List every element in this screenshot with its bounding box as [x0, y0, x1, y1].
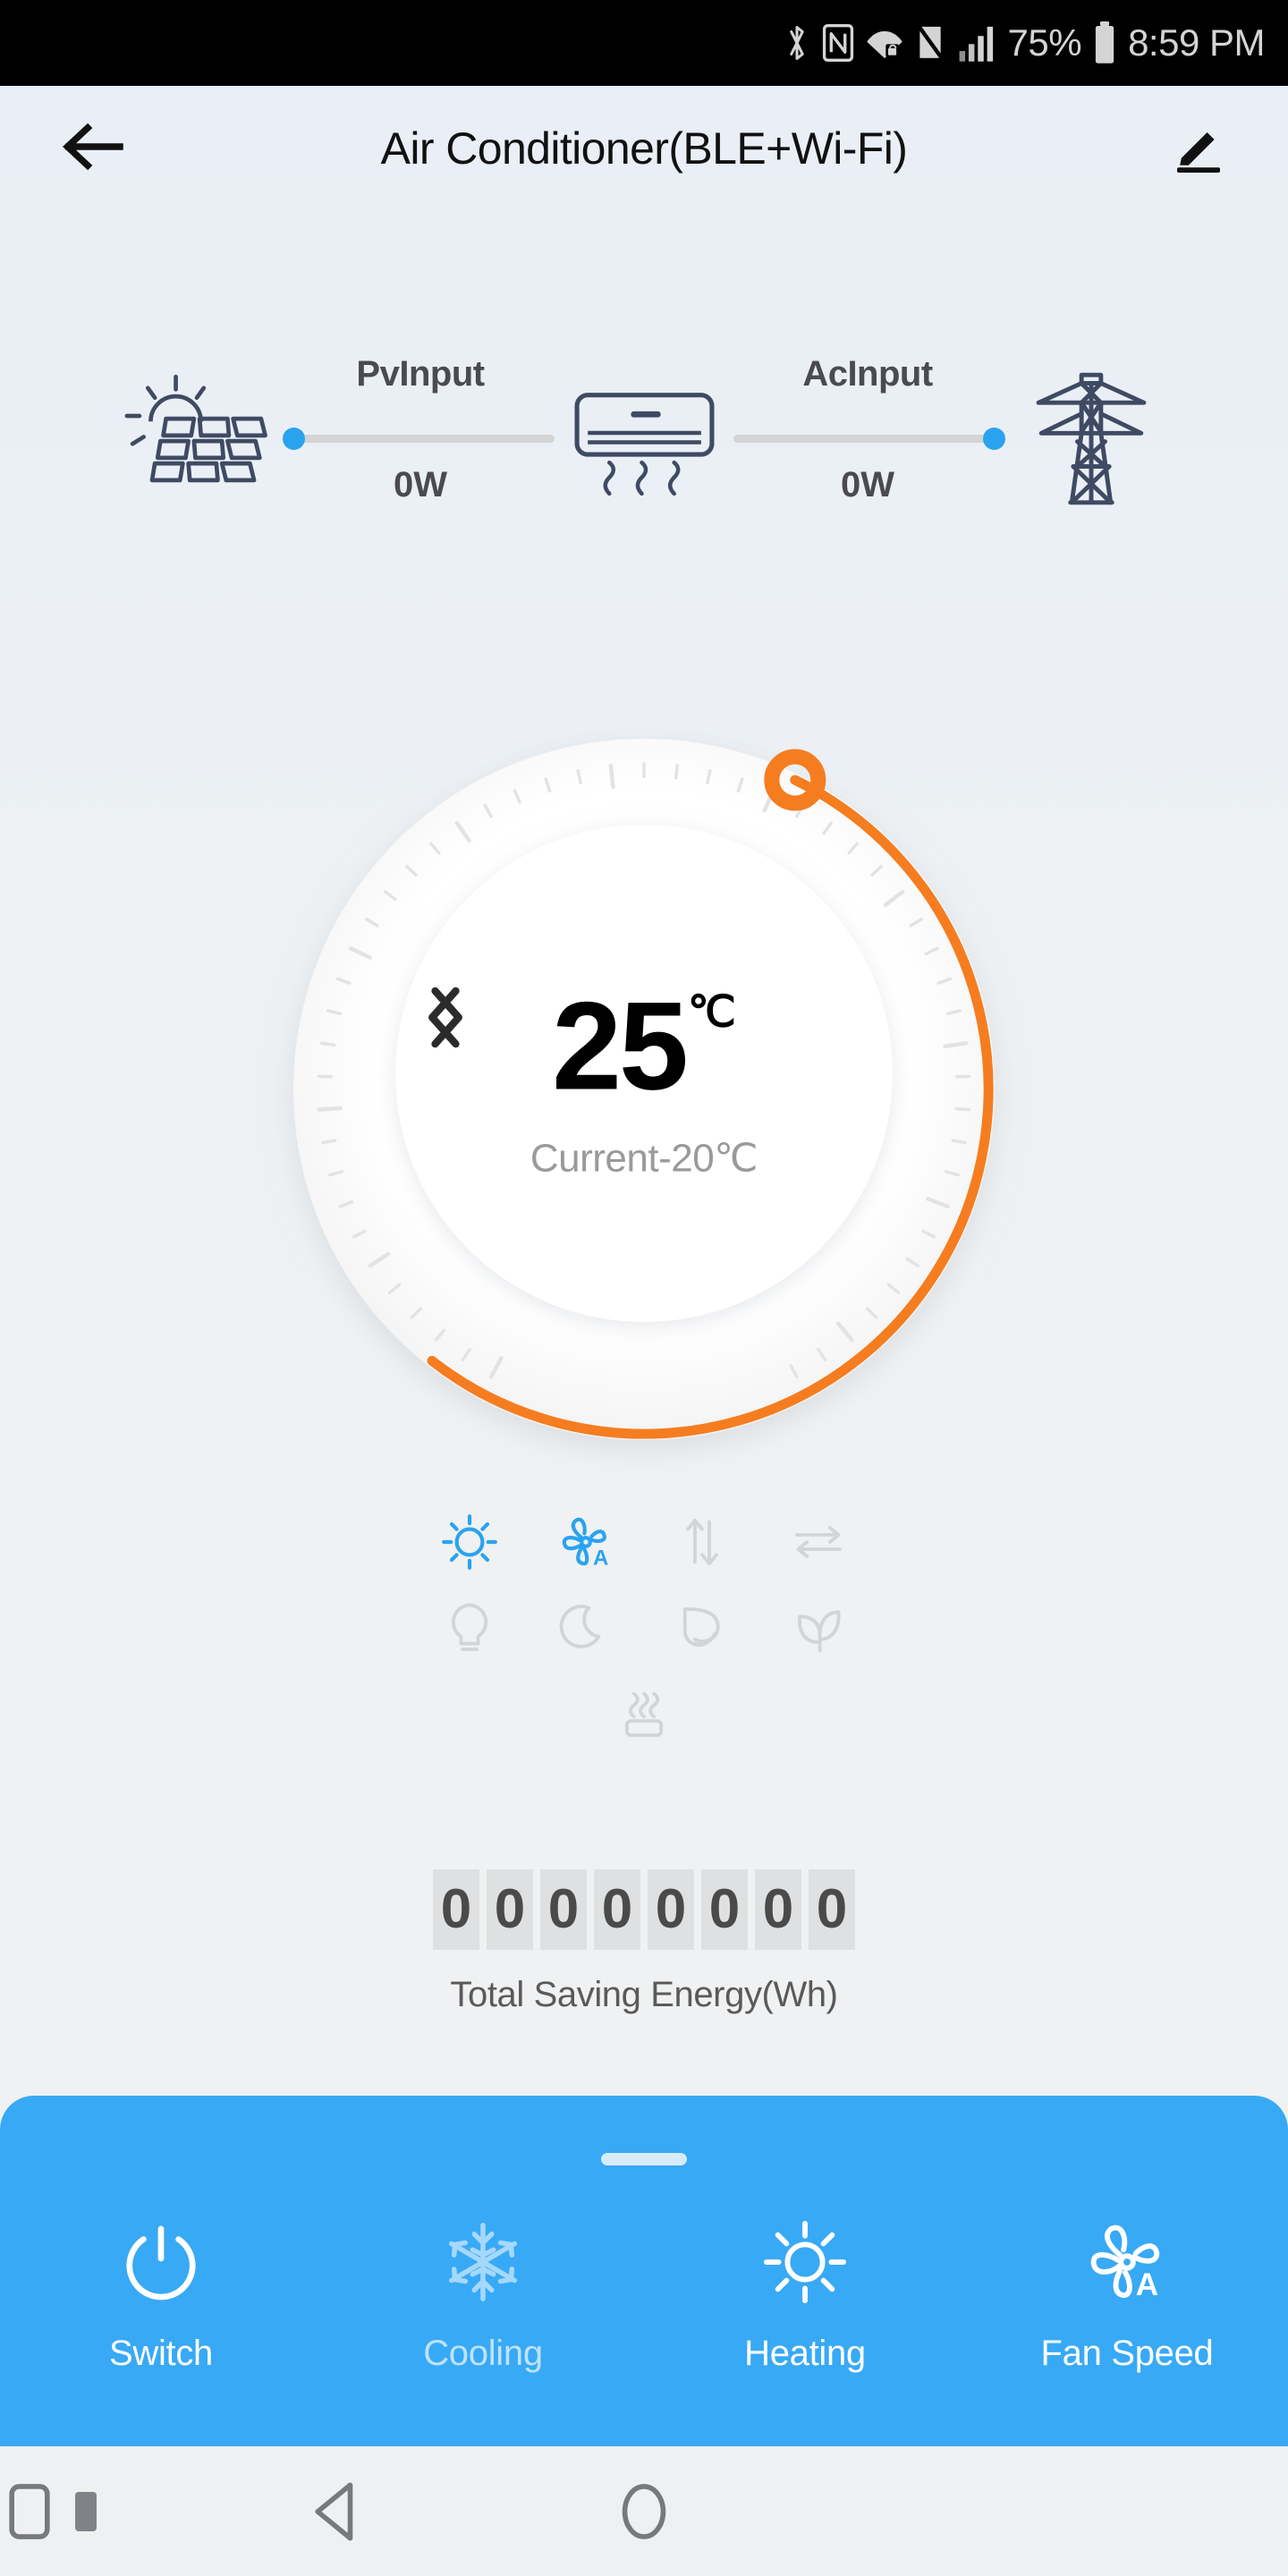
action-label-cooling: Cooling	[423, 2334, 543, 2373]
fan-auto-icon: A	[1085, 2212, 1169, 2312]
energy-digit: 0	[487, 1869, 533, 1950]
action-fan-speed[interactable]: A Fan Speed	[993, 2212, 1261, 2374]
nav-recents-icon[interactable]	[0, 2480, 59, 2543]
solar-panel-icon	[107, 371, 286, 505]
dial-center-readout: 25 ℃ Current-20℃	[420, 975, 868, 1182]
self-clean-icon[interactable]	[658, 1589, 746, 1667]
action-switch[interactable]: Switch	[27, 2212, 295, 2374]
energy-digit-display: 00000000	[433, 1869, 855, 1950]
flow-label-acinput: AcInput	[802, 354, 933, 394]
back-arrow-icon	[61, 120, 125, 178]
flow-link-pvinput: PvInput 0W	[283, 354, 555, 519]
light-bulb-icon[interactable]	[426, 1589, 513, 1667]
bluetooth-icon	[784, 22, 810, 64]
wifi-lock-icon	[866, 23, 903, 63]
energy-flow-diagram: PvInput 0W AcInput 0W	[0, 349, 1288, 528]
battery-percent-label: 75%	[1007, 21, 1082, 64]
temperature-unit-label: ℃	[687, 988, 736, 1037]
mode-status-row-1: A	[426, 1503, 862, 1581]
battery-icon	[1093, 21, 1116, 64]
action-label-heating: Heating	[744, 2334, 866, 2373]
flow-dot-pvinput	[283, 428, 305, 450]
action-label-fan-speed: Fan Speed	[1040, 2334, 1214, 2373]
flow-bar-acinput	[733, 435, 1002, 443]
action-label-switch: Switch	[108, 2334, 213, 2373]
sun-heating-icon[interactable]	[426, 1503, 513, 1581]
energy-digit: 0	[433, 1869, 479, 1950]
target-temperature-value: 25	[552, 975, 689, 1116]
action-heating[interactable]: Heating	[671, 2212, 939, 2374]
action-cooling[interactable]: Cooling	[349, 2212, 617, 2374]
mode-status-row-2	[426, 1589, 862, 1667]
fan-auto-icon[interactable]: A	[542, 1503, 630, 1581]
nav-home-icon[interactable]	[595, 2462, 693, 2561]
flow-link-acinput: AcInput 0W	[733, 354, 1005, 519]
edit-pencil-icon	[1170, 118, 1227, 180]
mode-status-grid: A	[0, 1503, 1288, 1753]
air-conditioner-icon	[555, 376, 733, 501]
control-actions: Switch Cooling Heating A Fan Speed	[0, 2212, 1288, 2374]
nav-back-icon[interactable]	[286, 2462, 385, 2561]
energy-digit: 0	[755, 1869, 801, 1950]
app-screen: 75% 8:59 PM Air Conditioner(BLE+Wi-Fi) P…	[0, 0, 1288, 2576]
energy-digit: 0	[648, 1869, 694, 1950]
back-button[interactable]	[52, 107, 134, 190]
nfc-icon	[822, 23, 854, 63]
power-tower-icon	[1002, 369, 1181, 508]
drag-handle[interactable]	[601, 2153, 687, 2165]
energy-digit: 0	[594, 1869, 640, 1950]
nav-dot[interactable]	[75, 2491, 97, 2531]
flow-value-acinput: 0W	[841, 465, 894, 504]
cellular-signal-icon	[957, 23, 996, 63]
horizontal-swing-icon[interactable]	[775, 1503, 862, 1581]
energy-digit: 0	[809, 1869, 855, 1950]
flow-label-pvinput: PvInput	[356, 354, 485, 394]
temp-increase-button[interactable]	[431, 987, 823, 1087]
mode-status-row-3	[600, 1674, 688, 1753]
app-bar: Air Conditioner(BLE+Wi-Fi)	[0, 86, 1288, 211]
control-panel: Switch Cooling Heating A Fan Speed	[0, 2096, 1288, 2446]
temp-decrease-button[interactable]	[428, 987, 546, 1087]
svg-text:A: A	[593, 1546, 608, 1571]
android-nav-bar	[0, 2446, 1288, 2576]
energy-digit: 0	[540, 1869, 587, 1950]
current-temperature-label: Current-20℃	[530, 1136, 758, 1181]
flow-value-pvinput: 0W	[394, 465, 447, 504]
snowflake-icon	[441, 2212, 525, 2312]
page-title: Air Conditioner(BLE+Wi-Fi)	[380, 123, 908, 174]
temperature-dial[interactable]: 25 ℃ Current-20℃	[0, 680, 1288, 1485]
energy-digit: 0	[701, 1869, 748, 1950]
total-saving-energy: 00000000 Total Saving Energy(Wh)	[0, 1869, 1288, 2015]
flow-bar-pvinput	[286, 435, 555, 443]
eco-leaves-icon[interactable]	[775, 1589, 862, 1667]
power-icon	[119, 2212, 203, 2312]
no-sim-icon	[915, 23, 945, 63]
sun-icon	[763, 2212, 847, 2312]
flow-dot-acinput	[983, 428, 1005, 450]
svg-text:A: A	[1136, 2267, 1158, 2302]
target-temperature: 25 ℃	[546, 975, 742, 1116]
dry-heat-icon[interactable]	[600, 1674, 688, 1753]
status-bar: 75% 8:59 PM	[0, 0, 1288, 86]
edit-button[interactable]	[1161, 111, 1236, 186]
vertical-swing-icon[interactable]	[658, 1503, 746, 1581]
sleep-moon-icon[interactable]	[542, 1589, 630, 1667]
energy-label: Total Saving Energy(Wh)	[450, 1975, 838, 2014]
clock-label: 8:59 PM	[1128, 21, 1265, 64]
